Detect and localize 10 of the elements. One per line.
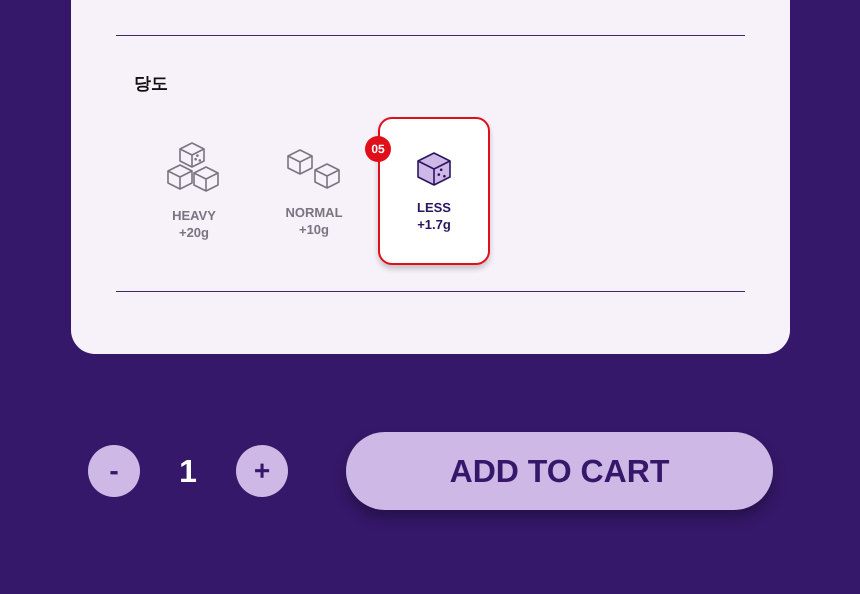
sugar-option[interactable]: HEAVY +20g	[138, 116, 250, 264]
option-label: LESS +1.7g	[417, 198, 451, 232]
increase-button[interactable]: +	[236, 445, 288, 497]
decrease-button[interactable]: -	[88, 445, 140, 497]
add-to-cart-button[interactable]: ADD TO CART	[346, 432, 773, 510]
section-title: 당도	[134, 73, 168, 95]
option-label: HEAVY +20g	[172, 206, 216, 240]
number-badge: 05	[365, 136, 391, 162]
option-label: NORMAL +10g	[285, 204, 343, 238]
quantity-value: 1	[178, 452, 198, 491]
